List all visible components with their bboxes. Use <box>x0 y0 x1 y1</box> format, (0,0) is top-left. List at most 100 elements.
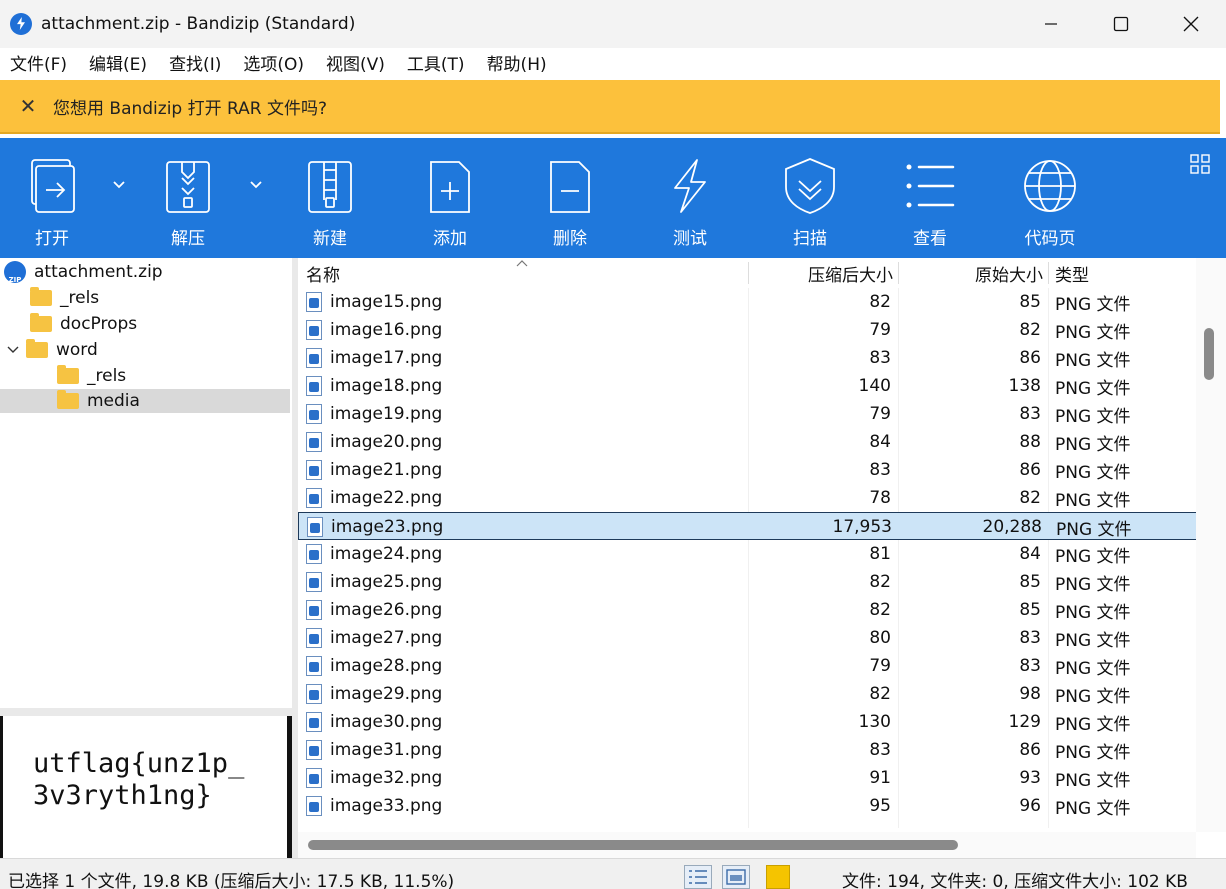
extract-button[interactable]: 解压 <box>158 138 218 258</box>
tree-item-word[interactable]: word <box>6 338 290 362</box>
table-row[interactable]: image30.png 130 129 PNG 文件 <box>298 708 1198 736</box>
table-row[interactable]: image21.png 83 86 PNG 文件 <box>298 456 1198 484</box>
menu-find[interactable]: 查找(I) <box>169 50 221 75</box>
table-row[interactable]: image22.png 78 82 PNG 文件 <box>298 484 1198 512</box>
tree-item-label: _rels <box>60 288 100 308</box>
view-list-icon <box>900 156 960 216</box>
open-icon <box>22 156 82 216</box>
original-size: 138 <box>1008 376 1041 396</box>
bandizip-logo-icon <box>10 13 32 35</box>
codepage-button[interactable]: 代码页 <box>1020 138 1080 258</box>
column-header-original[interactable]: 原始大小 <box>898 258 1043 288</box>
test-button[interactable]: 测试 <box>660 138 720 258</box>
horizontal-scrollbar[interactable] <box>298 832 1196 858</box>
add-button[interactable]: 添加 <box>420 138 480 258</box>
details-view-icon[interactable] <box>684 865 712 889</box>
chevron-down-icon[interactable] <box>6 343 20 357</box>
test-label: 测试 <box>673 229 707 249</box>
file-type: PNG 文件 <box>1055 574 1131 595</box>
table-row[interactable]: image32.png 91 93 PNG 文件 <box>298 764 1198 792</box>
vertical-scroll-thumb[interactable] <box>1204 328 1214 380</box>
column-header-compressed[interactable]: 压缩后大小 <box>748 258 893 288</box>
png-file-icon <box>306 488 322 508</box>
column-divider[interactable] <box>1048 262 1049 284</box>
menu-file[interactable]: 文件(F) <box>10 50 67 75</box>
tree-root-archive[interactable]: attachment.zip <box>4 260 290 284</box>
tree-item-word-rels[interactable]: _rels <box>57 364 290 388</box>
menu-options[interactable]: 选项(O) <box>243 50 304 75</box>
table-row[interactable]: image25.png 82 85 PNG 文件 <box>298 568 1198 596</box>
compressed-size: 79 <box>869 320 891 340</box>
original-size: 85 <box>1019 600 1041 620</box>
vertical-scrollbar[interactable] <box>1196 258 1226 832</box>
view-button[interactable]: 查看 <box>900 138 960 258</box>
table-row[interactable]: image15.png 82 85 PNG 文件 <box>298 288 1198 316</box>
table-row[interactable]: image31.png 83 86 PNG 文件 <box>298 736 1198 764</box>
column-header-name[interactable]: 名称 <box>306 258 340 288</box>
table-row[interactable]: image23.png 17,953 20,288 PNG 文件 <box>298 512 1198 540</box>
archive-info-icon[interactable] <box>766 865 790 889</box>
original-size: 20,288 <box>982 517 1042 537</box>
compressed-size: 82 <box>869 292 891 312</box>
table-row[interactable]: image26.png 82 85 PNG 文件 <box>298 596 1198 624</box>
file-name: image19.png <box>330 404 443 424</box>
tree-item-docprops[interactable]: docProps <box>30 312 290 336</box>
file-name-cell: image28.png <box>306 652 442 680</box>
close-icon[interactable] <box>1156 0 1226 48</box>
horizontal-scroll-thumb[interactable] <box>308 840 958 850</box>
new-archive-button[interactable]: 新建 <box>300 138 360 258</box>
table-row[interactable]: image17.png 83 86 PNG 文件 <box>298 344 1198 372</box>
menu-tools[interactable]: 工具(T) <box>407 50 465 75</box>
file-name: image15.png <box>330 292 443 312</box>
file-type: PNG 文件 <box>1055 350 1131 371</box>
extract-dropdown-chevron-icon[interactable] <box>249 178 263 194</box>
layout-toggle-icon[interactable] <box>1190 154 1210 179</box>
file-name-cell: image32.png <box>306 764 442 792</box>
banner-close-icon[interactable]: ✕ <box>17 94 39 118</box>
table-row[interactable]: image16.png 79 82 PNG 文件 <box>298 316 1198 344</box>
file-name: image27.png <box>330 628 443 648</box>
original-size: 88 <box>1019 432 1041 452</box>
horizontal-splitter[interactable] <box>0 708 292 716</box>
maximize-icon[interactable] <box>1086 0 1156 48</box>
delete-label: 删除 <box>553 229 587 249</box>
table-row[interactable]: image24.png 81 84 PNG 文件 <box>298 540 1198 568</box>
tree-item-media[interactable]: media <box>0 389 290 413</box>
preview-view-icon[interactable] <box>722 865 750 889</box>
preview-image-text: utflag{unz1p_ 3v3ryth1ng} <box>33 748 245 811</box>
add-label: 添加 <box>433 229 467 249</box>
extract-icon <box>158 156 218 216</box>
menu-help[interactable]: 帮助(H) <box>487 50 547 75</box>
table-row[interactable]: image29.png 82 98 PNG 文件 <box>298 680 1198 708</box>
scan-icon <box>780 156 840 216</box>
file-type: PNG 文件 <box>1055 294 1131 315</box>
minimize-icon[interactable] <box>1016 0 1086 48</box>
file-name-cell: image27.png <box>306 624 442 652</box>
table-row[interactable]: image27.png 80 83 PNG 文件 <box>298 624 1198 652</box>
column-header-type[interactable]: 类型 <box>1055 258 1089 288</box>
table-row[interactable]: image33.png 95 96 PNG 文件 <box>298 792 1198 820</box>
delete-button[interactable]: 删除 <box>540 138 600 258</box>
table-row[interactable]: image18.png 140 138 PNG 文件 <box>298 372 1198 400</box>
file-name: image24.png <box>330 544 443 564</box>
png-file-icon <box>306 684 322 704</box>
file-type: PNG 文件 <box>1055 686 1131 707</box>
table-row[interactable]: image20.png 84 88 PNG 文件 <box>298 428 1198 456</box>
menu-edit[interactable]: 编辑(E) <box>89 50 147 75</box>
codepage-label: 代码页 <box>1024 229 1076 249</box>
original-size: 82 <box>1019 320 1041 340</box>
scan-button[interactable]: 扫描 <box>780 138 840 258</box>
file-name: image30.png <box>330 712 443 732</box>
file-name-cell: image31.png <box>306 736 442 764</box>
compressed-size: 83 <box>869 348 891 368</box>
compressed-size: 79 <box>869 656 891 676</box>
file-name-cell: image30.png <box>306 708 442 736</box>
compressed-size: 17,953 <box>832 517 892 537</box>
menu-view[interactable]: 视图(V) <box>326 50 385 75</box>
open-dropdown-chevron-icon[interactable] <box>112 178 126 194</box>
table-row[interactable]: image28.png 79 83 PNG 文件 <box>298 652 1198 680</box>
banner-text[interactable]: 您想用 Bandizip 打开 RAR 文件吗? <box>53 94 327 119</box>
tree-item-rels[interactable]: _rels <box>30 286 290 310</box>
table-row[interactable]: image19.png 79 83 PNG 文件 <box>298 400 1198 428</box>
open-button[interactable]: 打开 <box>22 138 82 258</box>
